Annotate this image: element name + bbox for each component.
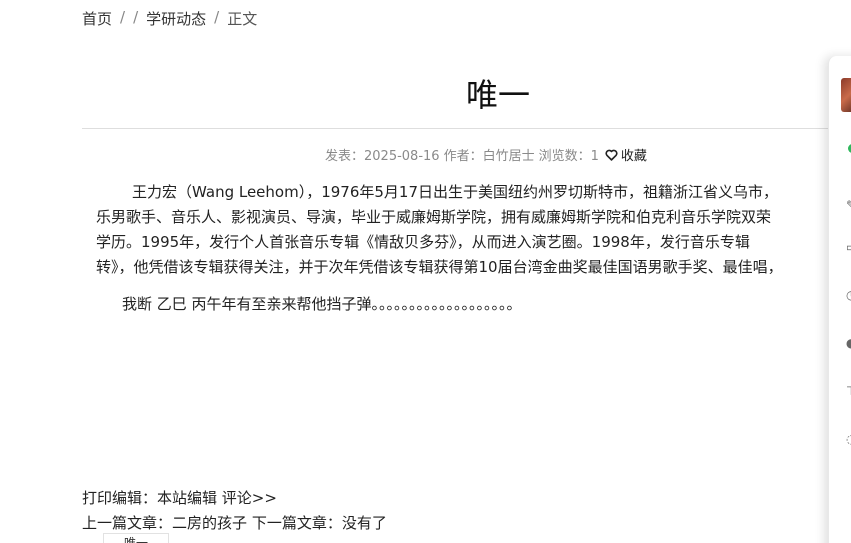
info-icon[interactable]: ◌ (846, 432, 851, 446)
author: 作者：白竹居士 (443, 149, 535, 164)
comment-link[interactable]: 评论>> (222, 489, 277, 507)
favorite-label: 收藏 (620, 149, 647, 164)
title-divider (82, 128, 851, 129)
paragraph-line: 王力宏（Wang Leehom），1976年5月17日出生于美国纽约州罗切斯特市… (132, 183, 779, 201)
edit-icon[interactable]: ✎ (846, 198, 851, 212)
breadcrumb-separator: / (120, 8, 126, 26)
breadcrumb-section-link[interactable]: 学研动态 (146, 8, 206, 29)
print-info: 打印编辑：本站编辑 评论>> (82, 487, 277, 508)
publish-date: 发表：2025-08-16 (325, 149, 440, 164)
paragraph-line: 学历。1995年，发行个人首张音乐专辑《情敌贝多芬》，从而进入演艺圈。1998年… (96, 233, 750, 251)
shield-icon[interactable]: ◖ (846, 336, 851, 350)
related-thumb[interactable]: 唯一 (103, 533, 169, 543)
pin-icon[interactable]: ⊤ (846, 384, 851, 398)
favorite-button[interactable]: 收藏 (605, 145, 647, 164)
prev-label: 上一篇文章： (82, 514, 173, 532)
view-count: 浏览数：1 (538, 149, 599, 164)
breadcrumb-current: 正文 (227, 10, 258, 28)
floating-side-panel: ✎ ▭ ◷ ◖ ⊤ ◌ (828, 56, 851, 543)
print-editor: 打印编辑：本站编辑 (82, 489, 218, 507)
paragraph-line: 转》，他凭借该专辑获得关注，并于次年凭借该专辑获得第10届台湾金曲奖最佳国语男歌… (96, 258, 783, 276)
breadcrumb-home-link[interactable]: 首页 (82, 8, 112, 29)
breadcrumb-separator: / (133, 8, 139, 26)
heart-icon (605, 149, 618, 161)
avatar[interactable] (841, 78, 851, 112)
document-icon[interactable]: ▭ (846, 240, 851, 254)
prev-article-link[interactable]: 二房的孩子 (172, 514, 247, 532)
page: 首页 / / 学研动态 / 正文 唯一 发表：2025-08-16 作者：白竹居… (0, 0, 851, 543)
article-meta: 发表：2025-08-16 作者：白竹居士 浏览数：1 收藏 (325, 145, 647, 164)
next-article-text: 没有了 (341, 514, 387, 532)
article-title: 唯一 (465, 76, 530, 114)
paragraph-line: 乐男歌手、音乐人、影视演员、导演，毕业于威廉姆斯学院，拥有威廉姆斯学院和伯克利音… (96, 208, 772, 226)
next-label: 下一篇文章： (251, 514, 342, 532)
clock-icon[interactable]: ◷ (846, 288, 851, 302)
breadcrumb: 首页 / / 学研动态 / 正文 (82, 8, 257, 29)
breadcrumb-separator: / (214, 8, 220, 26)
prev-next-nav: 上一篇文章：二房的孩子 下一篇文章：没有了 (82, 512, 387, 533)
article-body: 王力宏（Wang Leehom），1976年5月17日出生于美国纽约州罗切斯特市… (96, 180, 836, 317)
paragraph: 我断 乙巳 丙午年有至亲来帮他挡子弹。。。。。。。。。。。。。。。。。。。 (122, 295, 522, 313)
